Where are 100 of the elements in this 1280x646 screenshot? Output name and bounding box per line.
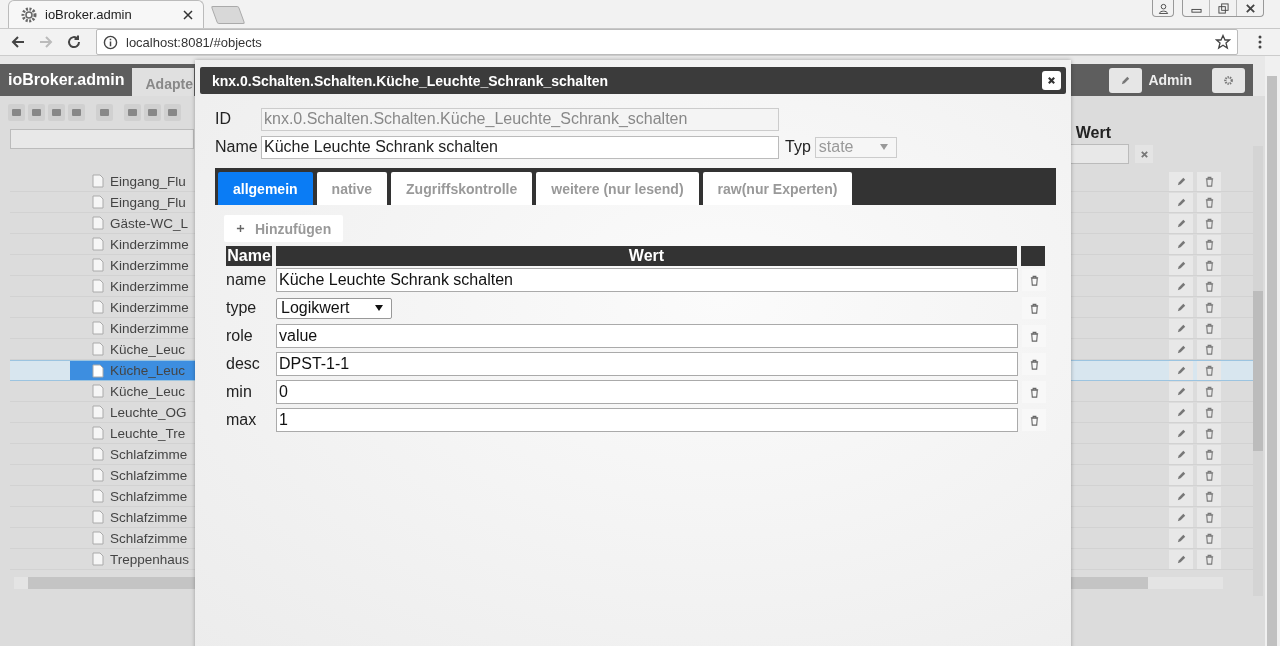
address-field[interactable]: localhost:8081/#objects (96, 29, 1238, 55)
edit-button[interactable] (1109, 67, 1143, 93)
field-label: Name (215, 138, 259, 156)
delete-button[interactable] (1197, 276, 1221, 296)
delete-button[interactable] (1197, 486, 1221, 506)
pencil-icon (1175, 280, 1187, 292)
back-icon[interactable] (10, 34, 26, 50)
edit-button[interactable] (1169, 192, 1193, 212)
delete-button[interactable] (1197, 339, 1221, 359)
plus-icon (236, 224, 245, 233)
delete-button[interactable] (1197, 381, 1221, 401)
delete-button[interactable] (1022, 269, 1046, 291)
delete-button[interactable] (1022, 325, 1046, 347)
value-dropdown[interactable]: Logikwert (276, 297, 392, 319)
dialog-tab[interactable]: allgemein (218, 172, 313, 205)
vertical-scrollbar[interactable] (1253, 146, 1263, 596)
gear-icon (21, 6, 37, 23)
value-field[interactable]: 1 (276, 408, 1018, 432)
delete-button[interactable] (1197, 192, 1221, 212)
user-name: Admin (1148, 72, 1192, 88)
trash-icon (1203, 280, 1215, 292)
edit-button[interactable] (1169, 444, 1193, 464)
trash-icon (1203, 365, 1215, 376)
object-name: Schlafzimme (110, 530, 188, 546)
delete-button[interactable] (1197, 318, 1221, 338)
object-name: Leuchte_Tre (110, 425, 186, 441)
file-icon (92, 342, 104, 356)
close-icon (1244, 2, 1256, 14)
object-name: Schlafzimme (110, 446, 188, 462)
delete-button[interactable] (1197, 213, 1221, 233)
edit-button[interactable] (1169, 213, 1193, 233)
close-icon (1047, 76, 1056, 85)
column-header: Wert (1075, 124, 1111, 142)
filter-field[interactable] (10, 129, 194, 149)
object-name: Eingang_Flu (110, 194, 186, 210)
delete-button[interactable] (1197, 528, 1221, 548)
edit-button[interactable] (1169, 318, 1193, 338)
delete-button[interactable] (1197, 171, 1221, 191)
menu-icon[interactable] (1258, 34, 1262, 50)
browser-tab[interactable]: ioBroker.admin (8, 0, 204, 28)
edit-button[interactable] (1169, 234, 1193, 254)
value-field[interactable]: Küche Leuchte Schrank schalten (276, 268, 1018, 292)
edit-button[interactable] (1169, 528, 1193, 548)
clear-filter-button[interactable] (1135, 145, 1153, 163)
delete-button[interactable] (1197, 465, 1221, 485)
page-scrollbar[interactable] (1265, 56, 1280, 646)
profile-button[interactable] (1152, 0, 1174, 17)
edit-button[interactable] (1169, 276, 1193, 296)
attribute-name: type (226, 299, 258, 317)
new-tab-button[interactable] (210, 6, 246, 24)
app-title: ioBroker.admin (8, 71, 125, 89)
file-icon (92, 531, 104, 545)
settings-button[interactable] (1212, 67, 1245, 93)
object-name: Schlafzimme (110, 467, 188, 483)
trash-icon (1203, 490, 1215, 502)
edit-button[interactable] (1169, 465, 1193, 485)
value-field[interactable]: DPST-1-1 (276, 352, 1018, 376)
edit-button[interactable] (1169, 339, 1193, 359)
reload-icon[interactable] (66, 34, 82, 50)
pencil-icon (1175, 385, 1187, 397)
object-name: Gäste-WC_L (110, 215, 189, 231)
delete-button[interactable] (1197, 361, 1221, 380)
attribute-name: min (226, 383, 253, 401)
edit-button[interactable] (1169, 361, 1193, 380)
file-icon (92, 237, 104, 251)
edit-button[interactable] (1169, 255, 1193, 275)
edit-button[interactable] (1169, 402, 1193, 422)
delete-button[interactable] (1022, 381, 1046, 403)
edit-button[interactable] (1169, 486, 1193, 506)
star-icon[interactable] (1215, 34, 1231, 50)
value-field[interactable]: value (276, 324, 1018, 348)
delete-button[interactable] (1197, 402, 1221, 422)
delete-button[interactable] (1197, 234, 1221, 254)
delete-button[interactable] (1022, 297, 1046, 319)
delete-button[interactable] (1022, 353, 1046, 375)
delete-button[interactable] (1197, 549, 1221, 569)
pencil-icon (1175, 175, 1187, 187)
file-icon (92, 384, 104, 398)
edit-button[interactable] (1169, 549, 1193, 569)
value-field[interactable]: 0 (276, 380, 1018, 404)
delete-button[interactable] (1197, 255, 1221, 275)
delete-button[interactable] (1197, 444, 1221, 464)
trash-icon (1203, 448, 1215, 460)
name-field[interactable]: Küche Leuchte Schrank schalten (261, 135, 779, 159)
close-icon[interactable] (183, 9, 193, 20)
delete-button[interactable] (1197, 423, 1221, 443)
delete-button[interactable] (1197, 507, 1221, 527)
close-button[interactable] (1042, 71, 1061, 90)
pencil-icon (1175, 322, 1187, 334)
edit-button[interactable] (1169, 297, 1193, 317)
edit-button[interactable] (1169, 423, 1193, 443)
edit-button[interactable] (1169, 507, 1193, 527)
edit-button[interactable] (1169, 171, 1193, 191)
delete-button[interactable] (1197, 297, 1221, 317)
delete-button[interactable] (1022, 409, 1046, 431)
edit-button[interactable] (1169, 381, 1193, 401)
tab-title: ioBroker.admin (45, 7, 133, 22)
field-label: ID (215, 110, 232, 128)
file-icon (92, 426, 104, 440)
info-icon (103, 34, 118, 50)
